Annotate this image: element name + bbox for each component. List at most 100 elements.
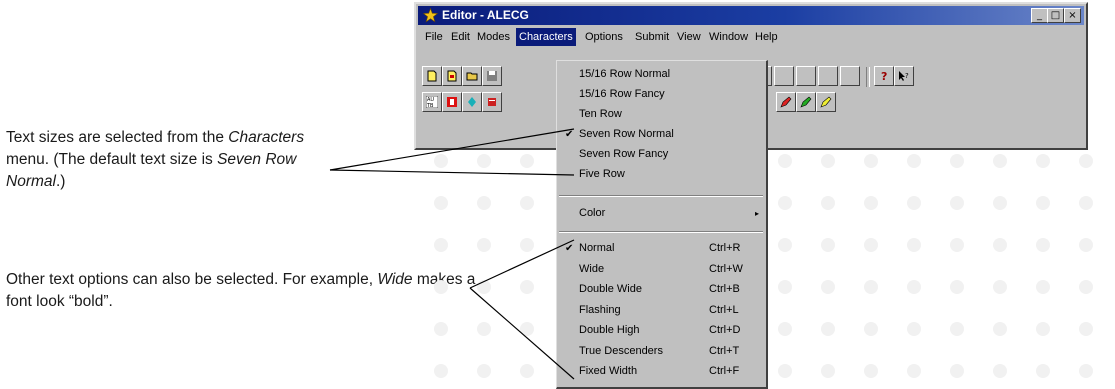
minimize-glyph: _ (1037, 10, 1042, 21)
new-file-button[interactable] (422, 66, 442, 86)
grid-dot (1036, 280, 1050, 294)
menu-file[interactable]: File (422, 28, 446, 46)
char-tool-red-button[interactable] (442, 92, 462, 112)
new-template-button[interactable] (442, 66, 462, 86)
menu-item-size[interactable]: 15/16 Row Fancy (557, 85, 763, 104)
grid-dot (993, 196, 1007, 210)
menu-item-shortcut: Ctrl+R (709, 242, 741, 254)
context-help-button[interactable]: ? (894, 66, 914, 86)
grid-dot (950, 322, 964, 336)
window-title: Editor - ALECG (442, 8, 529, 22)
char-tool-cyan-button[interactable] (462, 92, 482, 112)
menu-modes[interactable]: Modes (474, 28, 513, 46)
title-bar[interactable]: Editor - ALECG _ □ × (418, 6, 1084, 25)
menu-item-option[interactable]: Wide Ctrl+W (557, 260, 763, 279)
help-button[interactable]: ? (874, 66, 894, 86)
menu-item-option[interactable]: Double High Ctrl+D (557, 321, 763, 340)
grid-dot (864, 154, 878, 168)
menu-item-shortcut: Ctrl+L (709, 303, 739, 316)
menu-item-shortcut: Ctrl+W (709, 262, 743, 275)
characters-menu: 15/16 Row Normal 15/16 Row Fancy Ten Row ✔ S… (556, 60, 768, 389)
grid-dot (907, 238, 921, 252)
grid-dot (821, 280, 835, 294)
menu-item-option[interactable]: True Descenders Ctrl+T (557, 342, 763, 361)
menu-separator (559, 231, 763, 233)
grid-dot (950, 280, 964, 294)
menu-item-label: Ten Row (579, 108, 622, 120)
menu-submit[interactable]: Submit (632, 28, 672, 46)
menu-separator (559, 195, 763, 197)
grid-dot (477, 322, 491, 336)
annotation-text: menu. (The default text size is (6, 151, 218, 168)
open-folder-icon (466, 72, 478, 81)
disabled-tool-3[interactable] (796, 66, 816, 86)
disabled-tool-2[interactable] (774, 66, 794, 86)
menu-item-size[interactable]: Five Row (557, 165, 763, 184)
pencil-yellow-button[interactable] (816, 92, 836, 112)
minimize-button[interactable]: _ (1031, 8, 1048, 23)
menu-help[interactable]: Help (752, 28, 781, 46)
menu-item-option[interactable]: Flashing Ctrl+L (557, 301, 763, 320)
menu-item-label: True Descenders (579, 344, 663, 357)
grid-dot (477, 364, 491, 378)
menu-item-label: 15/16 Row Normal (579, 68, 671, 80)
grid-letters-icon: AUTB (426, 96, 438, 108)
annotation-text: Other text options can also be selected.… (6, 271, 378, 288)
grid-dot (434, 322, 448, 336)
pencil-green-button[interactable] (796, 92, 816, 112)
grid-dot (778, 154, 792, 168)
save-button[interactable] (482, 66, 502, 86)
menu-item-option[interactable]: Fixed Width Ctrl+F (557, 362, 763, 381)
grid-dot (821, 364, 835, 378)
grid-dot (821, 196, 835, 210)
menu-window[interactable]: Window (706, 28, 751, 46)
grid-dot (993, 280, 1007, 294)
svg-text:?: ? (881, 70, 887, 82)
grid-dot (1036, 238, 1050, 252)
grid-dot (821, 238, 835, 252)
maximize-button[interactable]: □ (1047, 8, 1064, 23)
grid-dot (1079, 280, 1093, 294)
char-tool-flag-button[interactable] (482, 92, 502, 112)
menu-item-size[interactable]: ✔ Seven Row Normal (557, 125, 763, 144)
grid-dot (1079, 238, 1093, 252)
menu-view[interactable]: View (674, 28, 704, 46)
grid-dot (950, 154, 964, 168)
close-button[interactable]: × (1064, 8, 1081, 23)
star-app-icon (423, 8, 438, 23)
menu-bar: File Edit Modes Characters Options Submi… (420, 28, 1082, 46)
menu-item-label: Seven Row Normal (579, 128, 674, 140)
menu-options[interactable]: Options (582, 28, 626, 46)
flag-icon (488, 98, 496, 106)
menu-item-size[interactable]: Seven Row Fancy (557, 145, 763, 164)
pencil-yellow-icon (820, 96, 832, 108)
menu-item-label: Color (579, 207, 606, 219)
red-block-icon (447, 97, 457, 107)
pencil-red-icon (780, 96, 792, 108)
grid-dot (434, 280, 448, 294)
grid-dot (477, 154, 491, 168)
svg-text:?: ? (905, 72, 909, 80)
grid-dot (477, 280, 491, 294)
pencil-red-button[interactable] (776, 92, 796, 112)
menu-item-size[interactable]: 15/16 Row Normal (557, 65, 763, 84)
open-button[interactable] (462, 66, 482, 86)
menu-characters[interactable]: Characters (516, 28, 576, 46)
grid-dot (993, 154, 1007, 168)
menu-item-option[interactable]: Double Wide Ctrl+B (557, 280, 763, 299)
menu-edit[interactable]: Edit (448, 28, 473, 46)
grid-dot (434, 154, 448, 168)
grid-dot (864, 364, 878, 378)
grid-dot (950, 238, 964, 252)
grid-dot (778, 196, 792, 210)
annotation-text-sizes: Text sizes are selected from the Charact… (6, 127, 336, 193)
menu-item-option[interactable]: ✔ Normal Ctrl+R (557, 239, 763, 258)
menu-item-label: Double Wide (579, 283, 642, 295)
disabled-tool-5[interactable] (840, 66, 860, 86)
grid-dot (520, 238, 534, 252)
char-set-button[interactable]: AU TB (422, 92, 442, 112)
disabled-tool-4[interactable] (818, 66, 838, 86)
menu-item-size[interactable]: Ten Row (557, 105, 763, 124)
menu-item-color[interactable]: Color ▸ (557, 204, 763, 223)
grid-dot (907, 280, 921, 294)
